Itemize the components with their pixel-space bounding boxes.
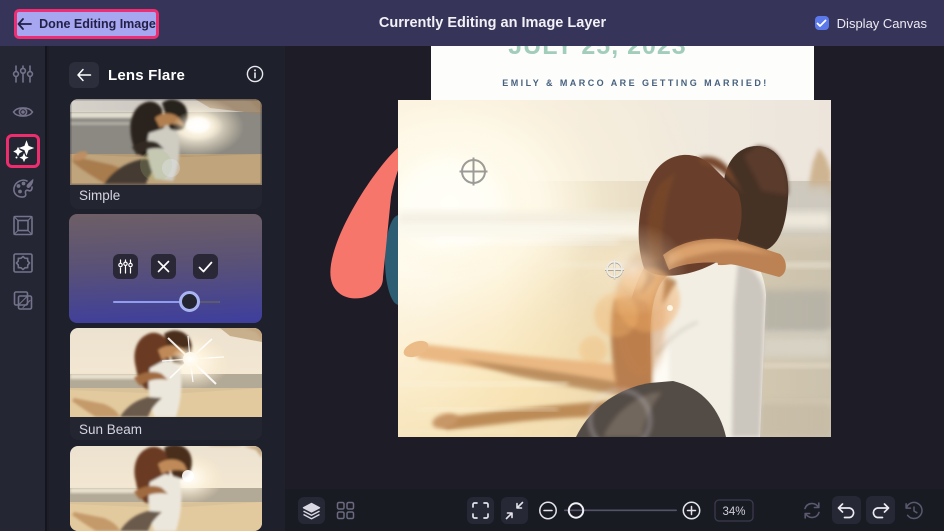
svg-text:34%: 34% xyxy=(722,506,745,518)
